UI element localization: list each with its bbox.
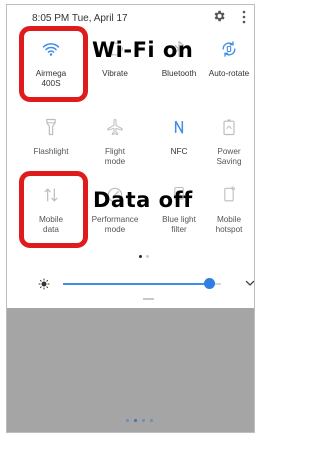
- tile-vibrate-label: Vibrate: [102, 69, 128, 78]
- panel-drag-handle[interactable]: [143, 298, 154, 300]
- nfc-icon: [174, 120, 184, 134]
- tile-flight-mode[interactable]: Flight mode: [87, 117, 143, 169]
- tile-blue-light-filter-label: Blue light filter: [162, 215, 196, 234]
- battery-icon: [223, 119, 235, 136]
- data-highlight-box: [19, 171, 88, 248]
- tile-page-indicator: [139, 255, 153, 259]
- data-annotation: Data off: [93, 188, 193, 212]
- chevron-down-icon[interactable]: [245, 278, 255, 288]
- hotspot-icon: [224, 186, 236, 202]
- tile-nfc[interactable]: NFC: [151, 117, 207, 169]
- wifi-highlight-box: [19, 26, 88, 102]
- tile-bluetooth-label: Bluetooth: [161, 69, 197, 78]
- tile-flight-mode-label: Flight mode: [104, 147, 126, 166]
- tile-power-saving[interactable]: Power Saving: [201, 117, 254, 169]
- home-screen-area: [7, 308, 254, 432]
- brightness-icon: [38, 278, 50, 290]
- tile-performance-mode-label: Performance mode: [91, 215, 139, 234]
- tile-flashlight-label: Flashlight: [33, 147, 69, 156]
- tile-mobile-hotspot-label: Mobile hotspot: [215, 215, 243, 234]
- wifi-annotation: Wi-Fi on: [92, 38, 194, 62]
- time-date: 8:05 PM Tue, April 17: [32, 13, 128, 24]
- settings-gear-icon[interactable]: [212, 9, 226, 23]
- brightness-track-filled: [63, 283, 210, 285]
- tile-power-saving-label: Power Saving: [216, 147, 242, 166]
- home-page-indicator: [126, 419, 166, 424]
- more-options-icon[interactable]: [241, 10, 247, 24]
- flashlight-icon: [46, 118, 56, 136]
- brightness-slider[interactable]: [7, 273, 254, 297]
- tile-mobile-hotspot[interactable]: Mobile hotspot: [201, 185, 254, 241]
- tile-auto-rotate-label: Auto-rotate: [208, 69, 250, 78]
- airplane-icon: [107, 119, 123, 135]
- tile-nfc-label: NFC: [170, 147, 188, 156]
- auto-rotate-icon: [222, 41, 236, 57]
- tile-auto-rotate[interactable]: Auto-rotate: [201, 39, 254, 99]
- brightness-thumb[interactable]: [204, 278, 216, 289]
- tile-flashlight[interactable]: Flashlight: [23, 117, 79, 169]
